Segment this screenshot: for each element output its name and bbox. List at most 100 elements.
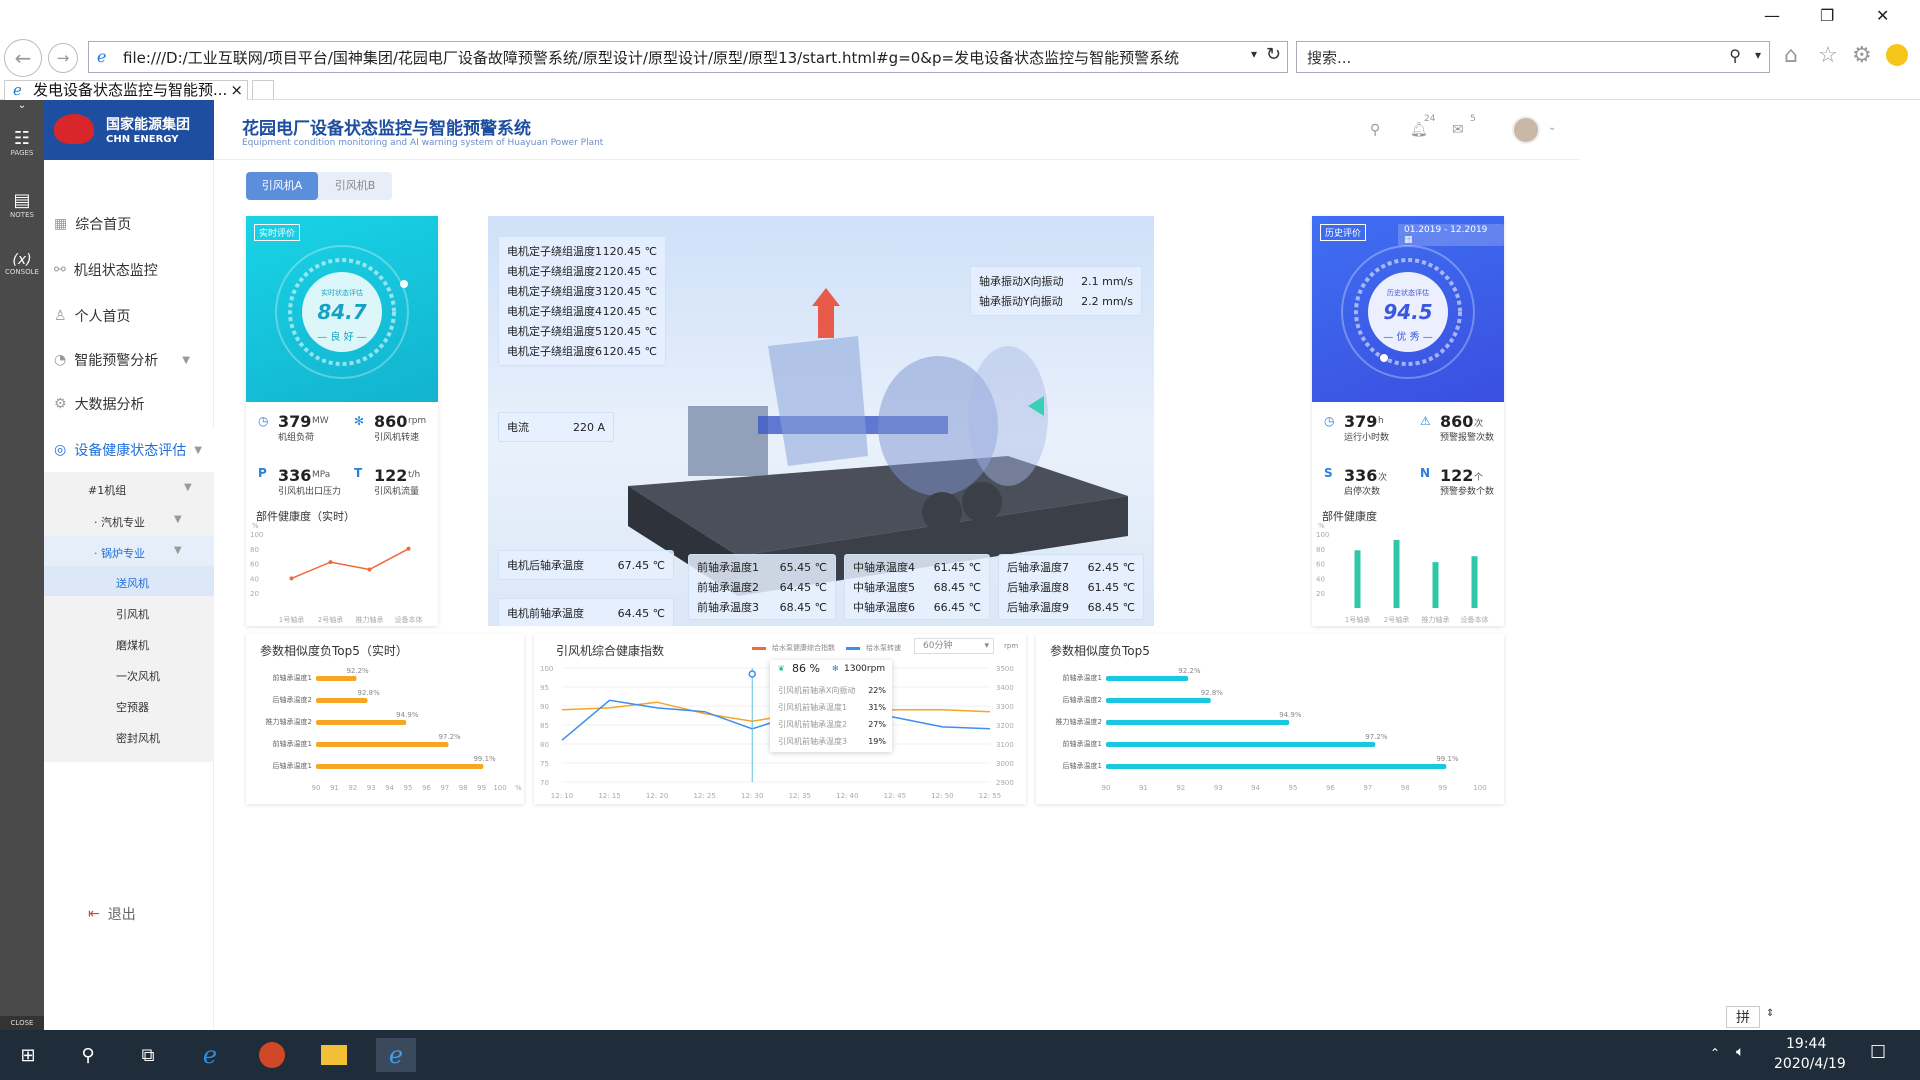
bar bbox=[1106, 676, 1189, 681]
x-tick-label: 2号轴承 bbox=[1384, 615, 1409, 624]
sidebar-unit-1[interactable]: #1机组 bbox=[88, 482, 126, 498]
notification-icon[interactable]: ☐ bbox=[1870, 1042, 1886, 1063]
windows-taskbar: ⊞ ⚲ ⧉ ℯ ℯ ⌃ 🔈︎ 19:44 2020/4/19 ☐ bbox=[0, 1030, 1920, 1080]
mail-icon[interactable]: ✉ bbox=[1452, 122, 1464, 138]
tab-close-icon[interactable]: × bbox=[230, 81, 243, 100]
sidebar-item-bigdata[interactable]: ⚙ 大数据分析 bbox=[54, 394, 145, 414]
collapse-chevron-icon[interactable]: ⌄ bbox=[0, 100, 44, 114]
tab-fan-a[interactable]: 引风机A bbox=[246, 172, 318, 200]
bar-category-label: 前轴承温度1 bbox=[273, 673, 312, 682]
task-view-icon[interactable]: ⧉ bbox=[128, 1038, 168, 1072]
current-row: 电流 220 A bbox=[507, 420, 605, 435]
refresh-icon[interactable]: ↻ bbox=[1266, 44, 1281, 65]
browser-tabbar: ℯ 发电设备状态监控与智能预... × bbox=[0, 80, 1920, 100]
search-icon[interactable]: ⚲ bbox=[1729, 46, 1741, 65]
sidebar-sub-0[interactable]: 送风机 bbox=[116, 575, 149, 591]
browser-tab-active[interactable]: ℯ 发电设备状态监控与智能预... × bbox=[4, 80, 248, 100]
browser-search-input[interactable]: 搜索... ⚲ ▾ bbox=[1296, 41, 1770, 73]
back-button[interactable]: ← bbox=[4, 39, 42, 77]
feedback-smiley-icon[interactable] bbox=[1886, 44, 1908, 66]
bar-data-label: 92.8% bbox=[358, 689, 381, 697]
sidebar-sub-1[interactable]: 引风机 bbox=[116, 606, 149, 622]
metric-value: 860 bbox=[374, 412, 408, 431]
settings-gear-icon[interactable]: ⚙ bbox=[1852, 43, 1872, 68]
windows-start-icon[interactable]: ⊞ bbox=[8, 1038, 48, 1072]
clock-date[interactable]: 2020/4/19 bbox=[1774, 1056, 1846, 1072]
tray-chevron-up-icon[interactable]: ⌃ bbox=[1710, 1046, 1720, 1060]
sidebar-boiler[interactable]: · 锅炉专业 bbox=[94, 545, 145, 561]
sidebar-sub-3[interactable]: 一次风机 bbox=[116, 668, 160, 684]
sidebar-item-label: 设备健康状态评估 bbox=[74, 443, 187, 459]
file-explorer-icon[interactable] bbox=[314, 1038, 354, 1072]
sidebar-sub-2[interactable]: 磨煤机 bbox=[116, 637, 149, 653]
bar-data-label: 99.1% bbox=[1436, 755, 1459, 763]
sidebar-item-home[interactable]: ▦ 综合首页 bbox=[54, 214, 131, 234]
metric-value: 379 bbox=[278, 412, 312, 431]
search-dropdown-icon[interactable]: ▾ bbox=[1755, 48, 1761, 62]
forward-button[interactable]: → bbox=[48, 43, 78, 73]
bell-icon[interactable]: 🔔︎ bbox=[1410, 122, 1428, 138]
close-icon[interactable]: ✕ bbox=[1876, 6, 1889, 25]
favorites-star-icon[interactable]: ☆ bbox=[1818, 43, 1838, 68]
x-tick-label: 100 bbox=[1473, 784, 1486, 792]
sidebar-item-warning[interactable]: ◔ 智能预警分析 ▼ bbox=[54, 350, 190, 370]
sidebar-item-monitor[interactable]: ⚯ 机组状态监控 bbox=[54, 260, 158, 280]
fan-icon: ✻ bbox=[832, 664, 839, 673]
interval-select[interactable]: 60分钟 ▾ bbox=[914, 638, 994, 654]
edge-browser-icon[interactable]: ℯ bbox=[190, 1038, 230, 1072]
ie-browser-icon[interactable]: ℯ bbox=[376, 1038, 416, 1072]
axure-close[interactable]: CLOSE bbox=[0, 1016, 44, 1030]
mid-bearing-row: 中轴承温度5 68.45 ℃ bbox=[853, 580, 981, 595]
search-icon[interactable]: ⚲ bbox=[68, 1038, 108, 1072]
front-bearing-row: 前轴承温度3 68.45 ℃ bbox=[697, 600, 827, 615]
sidebar-steam[interactable]: · 汽机专业 bbox=[94, 514, 145, 530]
axure-pages[interactable]: ☷ PAGES bbox=[0, 128, 44, 157]
powerpoint-icon[interactable] bbox=[252, 1038, 292, 1072]
ie-page-icon: ℯ bbox=[97, 47, 107, 66]
dropdown-icon[interactable]: ▾ bbox=[1251, 47, 1257, 61]
ime-arrows-icon[interactable]: ⇕ bbox=[1766, 1008, 1774, 1019]
volume-icon[interactable]: 🔈︎ bbox=[1736, 1044, 1744, 1060]
front-bearing-box: 前轴承温度1 65.45 ℃ 前轴承温度2 64.45 ℃ 前轴承温度3 68.45 … bbox=[688, 554, 836, 620]
sidebar-item-label: 个人首页 bbox=[74, 309, 131, 325]
y-unit-label: % bbox=[1318, 522, 1325, 530]
home-icon[interactable]: ⌂ bbox=[1784, 43, 1798, 68]
notes-icon: ▤ bbox=[13, 190, 31, 211]
axure-console[interactable]: (x) CONSOLE bbox=[0, 252, 44, 276]
chevron-down-icon[interactable]: ⌄ bbox=[1548, 122, 1556, 133]
bar-data-label: 99.1% bbox=[473, 755, 496, 763]
y-tick-label: 80 bbox=[1316, 546, 1325, 554]
x-tick-label: 99 bbox=[477, 784, 486, 792]
sidebar-sub-5[interactable]: 密封风机 bbox=[116, 730, 160, 746]
mail-count: 5 bbox=[1470, 114, 1476, 124]
avatar[interactable] bbox=[1512, 116, 1540, 144]
company-logo[interactable]: 国家能源集团 CHN ENERGY bbox=[44, 100, 214, 160]
sidebar-item-personal[interactable]: ♙ 个人首页 bbox=[54, 306, 131, 326]
metric-unit: 次 bbox=[1378, 473, 1388, 483]
address-bar[interactable]: ℯ file:///D:/工业互联网/项目平台/国神集团/花园电厂设备故障预警系… bbox=[88, 41, 1288, 73]
axure-notes[interactable]: ▤ NOTES bbox=[0, 190, 44, 219]
minimize-icon[interactable]: — bbox=[1764, 6, 1780, 25]
bar bbox=[316, 698, 368, 703]
chevron-down-icon: ▼ bbox=[174, 514, 182, 525]
top5-realtime-card: 参数相似度负Top5（实时） 前轴承温度1 92.2% 后轴承温度2 92.8% 推力轴… bbox=[246, 634, 524, 804]
x-tick-label: 2号轴承 bbox=[318, 615, 343, 624]
bar bbox=[1106, 720, 1290, 725]
tab-fan-b[interactable]: 引风机B bbox=[318, 172, 392, 200]
sidebar-item-health[interactable]: ◎ 设备健康状态评估 ▼ bbox=[54, 440, 202, 460]
search-icon[interactable]: ⚲ bbox=[1370, 122, 1380, 138]
restore-icon[interactable]: ❐ bbox=[1820, 6, 1834, 25]
health-index-card: 引风机综合健康指数 给水泵健康综合指数 给水泵转速 60分钟 ▾ rpm 100… bbox=[534, 634, 1026, 804]
clock-time[interactable]: 19:44 bbox=[1786, 1036, 1826, 1052]
mid-bearing-box: 中轴承温度4 61.45 ℃ 中轴承温度5 68.45 ℃ 中轴承温度6 66.45 … bbox=[844, 554, 990, 620]
sidebar-sub-4[interactable]: 空预器 bbox=[116, 699, 149, 715]
bar-category-label: 后轴承温度2 bbox=[1063, 695, 1102, 704]
vibration-row: 轴承振动Y向振动 2.2 mm/s bbox=[979, 294, 1133, 309]
x-tick-label: 12: 25 bbox=[693, 792, 715, 800]
metric-label: 引风机转速 bbox=[374, 433, 420, 443]
logout-button[interactable]: ⇤ 退出 bbox=[88, 904, 136, 924]
top5-card: 参数相似度负Top5 前轴承温度1 92.2% 后轴承温度2 92.8% 推力轴承温度2… bbox=[1036, 634, 1504, 804]
x-tick-label: 100 bbox=[493, 784, 506, 792]
new-tab-button[interactable] bbox=[252, 80, 274, 100]
ime-indicator[interactable]: 拼 bbox=[1726, 1006, 1760, 1028]
